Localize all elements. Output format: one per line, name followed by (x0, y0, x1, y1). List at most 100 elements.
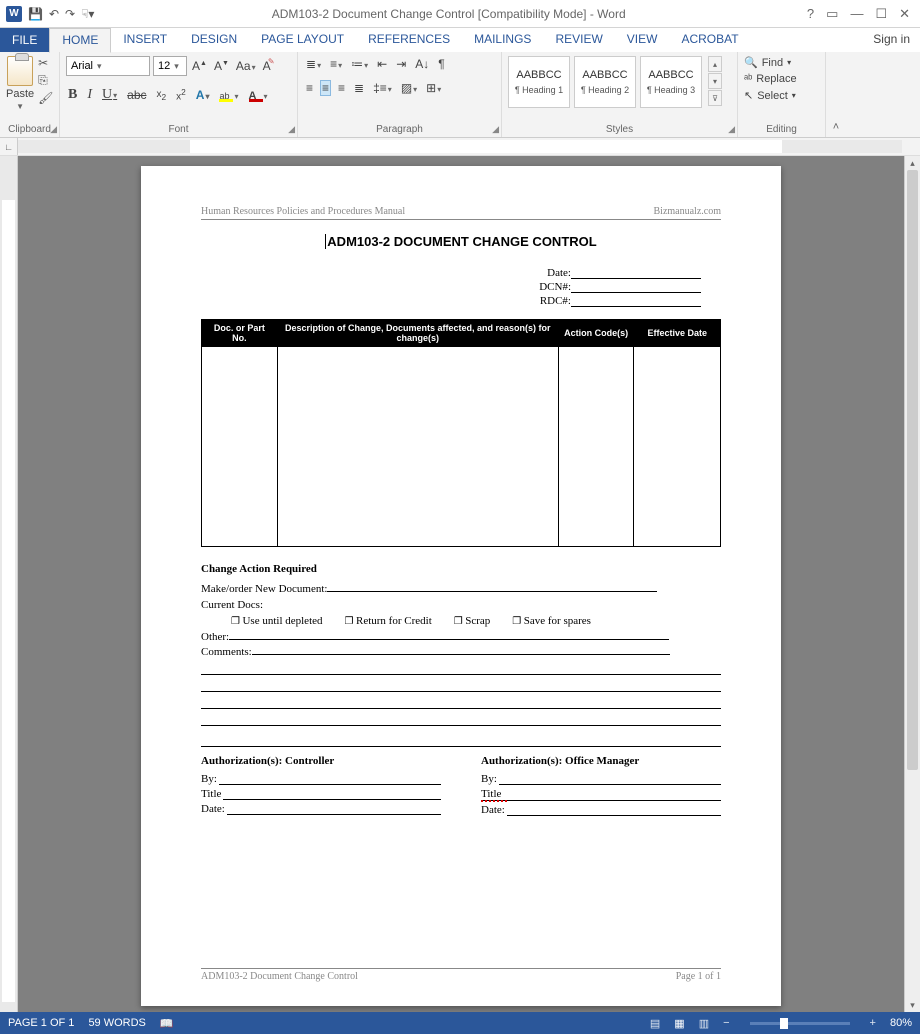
align-right-icon[interactable]: ≡ (336, 80, 347, 96)
superscript-button[interactable]: x2 (174, 86, 188, 103)
close-icon[interactable]: ✕ (899, 6, 910, 22)
highlight-color-icon[interactable]: ab▾ (217, 87, 240, 103)
subscript-button[interactable]: x2 (155, 88, 169, 103)
tab-acrobat[interactable]: ACROBAT (669, 28, 750, 52)
touch-mode-icon[interactable]: ☟▾ (81, 7, 94, 21)
decrease-indent-icon[interactable]: ⇤ (375, 56, 389, 72)
style-heading2[interactable]: AaBbCc ¶ Heading 2 (574, 56, 636, 108)
font-group-label: Font (66, 122, 291, 137)
paragraph-dialog-launcher-icon[interactable]: ◢ (492, 124, 499, 135)
styles-dialog-launcher-icon[interactable]: ◢ (728, 124, 735, 135)
view-read-icon[interactable]: ▤ (650, 1017, 660, 1030)
redo-icon[interactable]: ↷ (65, 7, 75, 21)
view-print-icon[interactable]: ▦ (674, 1017, 684, 1030)
save-icon[interactable]: 💾 (28, 7, 43, 21)
ribbon-display-icon[interactable]: ▭ (826, 6, 838, 22)
format-painter-icon[interactable]: 🖌 (38, 91, 53, 105)
bold-button[interactable]: B (66, 86, 79, 104)
minimize-icon[interactable]: — (850, 6, 863, 22)
sort-icon[interactable]: A↓ (413, 56, 431, 72)
tab-view[interactable]: VIEW (615, 28, 670, 52)
style-heading1[interactable]: AaBbCc ¶ Heading 1 (508, 56, 570, 108)
quick-access-toolbar: W 💾 ↶ ↷ ☟▾ (0, 6, 100, 22)
change-case-icon[interactable]: Aa▾ (234, 58, 258, 74)
sign-in-link[interactable]: Sign in (863, 28, 920, 52)
font-size-combo[interactable]: 12▾ (153, 56, 187, 76)
view-web-icon[interactable]: ▥ (699, 1017, 709, 1030)
car-heading: Change Action Required (201, 563, 721, 575)
bullets-icon[interactable]: ≣▾ (304, 56, 323, 72)
tab-file[interactable]: FILE (0, 28, 49, 52)
tab-review[interactable]: REVIEW (543, 28, 614, 52)
tab-references[interactable]: REFERENCES (356, 28, 462, 52)
collapse-ribbon-icon[interactable]: ˄ (826, 52, 846, 137)
copy-icon[interactable]: ⎘ (38, 73, 53, 88)
increase-indent-icon[interactable]: ⇥ (394, 56, 408, 72)
line-spacing-icon[interactable]: ‡≡▾ (371, 80, 394, 96)
window-title: ADM103-2 Document Change Control [Compat… (100, 7, 796, 21)
font-name-combo[interactable]: Arial▾ (66, 56, 150, 76)
tab-design[interactable]: DESIGN (179, 28, 249, 52)
zoom-level[interactable]: 80% (890, 1017, 912, 1029)
align-left-icon[interactable]: ≡ (304, 80, 315, 96)
tab-selector-icon[interactable]: ∟ (0, 138, 18, 155)
text-effects-icon[interactable]: A▾ (194, 87, 212, 103)
styles-scroll-down-icon[interactable]: ▾ (708, 73, 722, 89)
status-page[interactable]: PAGE 1 OF 1 (8, 1017, 74, 1029)
window-controls: ? ▭ — ☐ ✕ (797, 6, 920, 22)
auth-controller-heading: Authorization(s): Controller (201, 755, 441, 767)
proofing-icon[interactable]: 📖 (160, 1017, 174, 1030)
zoom-in-icon[interactable]: + (870, 1017, 876, 1029)
tab-mailings[interactable]: MAILINGS (462, 28, 543, 52)
th-action-codes: Action Code(s) (558, 320, 634, 347)
find-button[interactable]: 🔍Find ▾ (744, 56, 791, 69)
styles-scroll-up-icon[interactable]: ▴ (708, 56, 722, 72)
tab-page-layout[interactable]: PAGE LAYOUT (249, 28, 356, 52)
clipboard-dialog-launcher-icon[interactable]: ◢ (50, 124, 57, 135)
strikethrough-button[interactable]: abc (125, 87, 148, 103)
vertical-ruler[interactable] (0, 156, 18, 1012)
shrink-font-icon[interactable]: A▼ (212, 58, 231, 74)
paste-button[interactable]: Paste ▼ (6, 56, 34, 111)
clear-formatting-icon[interactable]: A✎ (261, 58, 273, 74)
zoom-slider[interactable] (750, 1022, 850, 1025)
opt-return-credit: Return for Credit (345, 615, 432, 627)
status-words[interactable]: 59 WORDS (88, 1017, 145, 1029)
styles-group-label: Styles (508, 122, 731, 137)
align-center-icon[interactable]: ≡ (320, 80, 331, 96)
zoom-out-icon[interactable]: − (723, 1017, 729, 1029)
vertical-scrollbar[interactable]: ▴ ▾ (904, 156, 920, 1012)
font-color-icon[interactable]: A▾ (247, 87, 270, 103)
document-scroll[interactable]: Human Resources Policies and Procedures … (18, 156, 904, 1012)
numbering-icon[interactable]: ≡▾ (328, 56, 344, 72)
help-icon[interactable]: ? (807, 6, 814, 22)
styles-expand-icon[interactable]: ⊽ (708, 90, 722, 106)
justify-icon[interactable]: ≣ (352, 80, 366, 96)
clipboard-icon (7, 56, 33, 86)
cut-icon[interactable]: ✂ (38, 56, 53, 70)
borders-icon[interactable]: ⊞▾ (424, 80, 443, 96)
shading-icon[interactable]: ▨▾ (399, 80, 419, 96)
italic-button[interactable]: I (85, 86, 94, 104)
style-heading3[interactable]: AaBbCc ¶ Heading 3 (640, 56, 702, 108)
grow-font-icon[interactable]: A▲ (190, 58, 209, 74)
font-dialog-launcher-icon[interactable]: ◢ (288, 124, 295, 135)
th-doc-part: Doc. or Part No. (202, 320, 278, 347)
paste-label: Paste (6, 88, 34, 100)
document-page[interactable]: Human Resources Policies and Procedures … (141, 166, 781, 1006)
show-marks-icon[interactable]: ¶ (436, 56, 446, 72)
scrollbar-thumb[interactable] (907, 170, 918, 770)
select-button[interactable]: ↖Select ▾ (744, 89, 796, 102)
horizontal-ruler[interactable]: ∟ (0, 138, 920, 156)
tab-insert[interactable]: INSERT (111, 28, 179, 52)
tab-home[interactable]: HOME (49, 28, 111, 53)
multilevel-list-icon[interactable]: ≔▾ (349, 56, 370, 72)
scroll-down-icon[interactable]: ▾ (905, 998, 920, 1012)
undo-icon[interactable]: ↶ (49, 7, 59, 21)
maximize-icon[interactable]: ☐ (875, 6, 887, 22)
underline-button[interactable]: U▾ (100, 86, 119, 104)
editing-group-label: Editing (744, 122, 819, 137)
scroll-up-icon[interactable]: ▴ (905, 156, 920, 170)
table-row (202, 347, 721, 547)
replace-button[interactable]: ᵃᵇReplace (744, 73, 797, 85)
